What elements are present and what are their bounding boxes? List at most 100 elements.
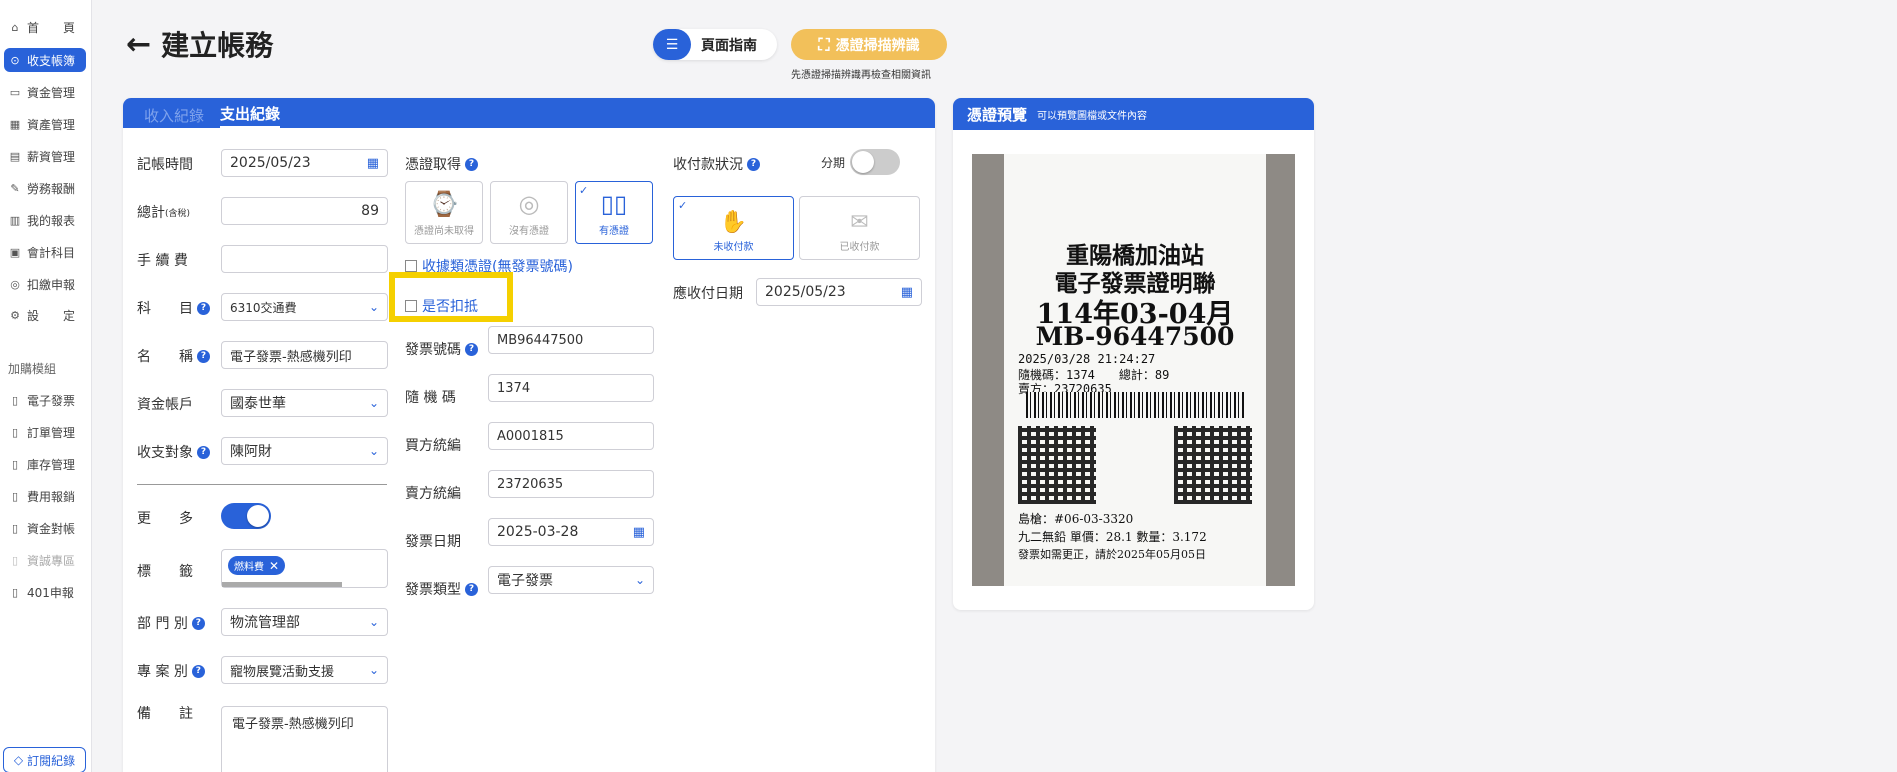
more-toggle[interactable] — [221, 503, 271, 529]
help-icon[interactable]: ? — [197, 349, 210, 363]
help-icon[interactable]: ? — [197, 445, 210, 459]
receipt-datetime: 2025/03/28 21:24:27 — [1018, 352, 1156, 366]
help-icon[interactable]: ? — [747, 157, 760, 171]
chevron-down-icon: ⌄ — [368, 396, 379, 410]
sidebar-item-assets[interactable]: ▦ 資產管理 — [4, 112, 86, 136]
tag-scrollbar[interactable] — [222, 582, 342, 587]
dept-select[interactable]: 物流管理部 ⌄ — [221, 608, 388, 636]
due-date-field[interactable]: 2025/05/23 ▦ — [756, 278, 922, 306]
target-select[interactable]: 陳阿財 ⌄ — [221, 437, 388, 465]
no-voucher-stamp-icon: ◎ — [518, 190, 540, 218]
calendar-icon[interactable]: ▦ — [367, 156, 379, 171]
invoice-no-field[interactable]: MB96447500 — [488, 326, 654, 354]
project-select[interactable]: 寵物展覽活動支援 ⌄ — [221, 656, 388, 684]
sidebar-item-401[interactable]: ▯ 401申報 — [4, 580, 86, 604]
chevron-down-icon: ⌄ — [368, 300, 379, 314]
scan-icon: ⛶ — [818, 34, 830, 54]
buyer-id-field[interactable]: A0001815 — [488, 422, 654, 450]
payment-option-unpaid[interactable]: ✓ ✋ 未收付款 — [673, 196, 794, 260]
scan-recognition-button[interactable]: ⛶ 憑證掃描辨識 — [791, 29, 947, 60]
seller-id-label: 賣方統編 — [405, 486, 461, 502]
sidebar-item-withholding[interactable]: ◎ 扣繳申報 — [4, 272, 86, 296]
labor-icon: ✎ — [10, 181, 20, 195]
help-icon[interactable]: ? — [197, 301, 210, 315]
subject-select[interactable]: 6310交通費 ⌄ — [221, 293, 388, 321]
help-icon[interactable]: ? — [465, 342, 478, 356]
sidebar-item-inventory[interactable]: ▯ 庫存管理 — [4, 452, 86, 476]
sidebar-item-ledger[interactable]: ⊙ 收支帳簿 — [4, 48, 86, 72]
installment-label: 分期 — [821, 156, 846, 170]
voucher-option-none[interactable]: ◎ 沒有憑證 — [490, 181, 568, 244]
receipt-pump: 島槍：#06-03-3320 — [1018, 512, 1134, 526]
dept-label: 部 門 別? — [137, 613, 205, 633]
sidebar-item-salary[interactable]: ▤ 薪資管理 — [4, 144, 86, 168]
sidebar-item-settings[interactable]: ⚙ 設 定 — [4, 303, 86, 327]
help-icon[interactable]: ? — [465, 157, 478, 171]
account-select[interactable]: 國泰世華 ⌄ — [221, 389, 388, 417]
sidebar-item-accounts[interactable]: ▣ 會計科目 — [4, 240, 86, 264]
random-code-label: 隨 機 碼 — [405, 390, 456, 406]
sidebar-item-reconcile[interactable]: ▯ 資金對帳 — [4, 516, 86, 540]
invoice-type-select[interactable]: 電子發票 ⌄ — [488, 566, 654, 594]
name-field[interactable]: 電子發票-熱感機列印 — [221, 341, 388, 369]
calendar-icon[interactable]: ▦ — [633, 525, 645, 540]
invoice-type-label: 發票類型? — [405, 579, 478, 599]
tab-income[interactable]: 收入紀錄 — [144, 105, 204, 128]
sidebar-item-orders[interactable]: ▯ 訂單管理 — [4, 420, 86, 444]
wallet-icon: ▭ — [9, 85, 21, 99]
close-icon[interactable]: ✕ — [269, 559, 279, 573]
installment-toggle[interactable] — [850, 149, 900, 175]
sidebar-item-pwc[interactable]: ▯ 資誠專區 — [4, 548, 86, 572]
total-field[interactable]: 89 — [221, 197, 388, 225]
page-guide-button[interactable]: ☰ 頁面指南 — [653, 29, 777, 60]
invoice-no-label: 發票號碼? — [405, 339, 478, 359]
home-icon: ⌂ — [11, 20, 19, 34]
chevron-down-icon: ⌄ — [368, 663, 379, 677]
preview-subtitle: 可以預覽圖檔或文件內容 — [1037, 110, 1148, 122]
calendar-icon[interactable]: ▦ — [901, 285, 913, 300]
sidebar-item-labor[interactable]: ✎ 勞務報酬 — [4, 176, 86, 200]
accounts-icon: ▣ — [9, 245, 21, 259]
project-label: 專 案 別? — [137, 661, 205, 681]
subscribe-record-button[interactable]: ◇ 訂閱紀錄 — [3, 747, 86, 772]
voucher-option-pending[interactable]: ⌚ 憑證尚未取得 — [405, 181, 483, 244]
buyer-id-label: 買方統編 — [405, 438, 461, 454]
form-divider — [137, 484, 387, 485]
scan-hint: 先憑證掃描辨識再檢查相關資訊 — [791, 70, 931, 81]
receipt-number: MB-96447500 — [1035, 322, 1235, 351]
seller-id-field[interactable]: 23720635 — [488, 470, 654, 498]
sidebar-item-funds[interactable]: ▭ 資金管理 — [4, 80, 86, 104]
chevron-down-icon: ⌄ — [368, 444, 379, 458]
sidebar-item-reports[interactable]: ▥ 我的報表 — [4, 208, 86, 232]
total-label: 總計 (含稅) — [137, 205, 191, 221]
chevron-down-icon: ⌄ — [634, 573, 645, 587]
cash-icon: ✉ — [850, 210, 869, 235]
tab-expense[interactable]: 支出紀錄 — [220, 103, 281, 128]
module-icon: ▯ — [11, 585, 19, 599]
diamond-icon: ◇ — [13, 753, 24, 767]
sidebar-item-expense[interactable]: ▯ 費用報銷 — [4, 484, 86, 508]
random-code-field[interactable]: 1374 — [488, 374, 654, 402]
ledger-icon: ⊙ — [10, 53, 20, 67]
record-tabs: 收入紀錄 支出紀錄 — [123, 98, 935, 128]
invoice-date-field[interactable]: 2025-03-28 ▦ — [488, 518, 654, 546]
help-icon[interactable]: ? — [191, 616, 205, 630]
sidebar-item-home[interactable]: ⌂ 首 頁 — [4, 15, 86, 39]
receipt-image: 重陽橋加油站 電子發票證明聯 114年03-04月 MB-96447500 20… — [972, 154, 1295, 586]
date-field[interactable]: 2025/05/23 ▦ — [221, 149, 388, 177]
help-icon[interactable]: ? — [191, 664, 205, 678]
chevron-down-icon: ⌄ — [368, 615, 379, 629]
payment-option-paid[interactable]: ✉ 已收付款 — [799, 196, 920, 260]
fee-field[interactable] — [221, 245, 388, 273]
note-textarea[interactable]: 電子發票-熱感機列印 — [221, 706, 388, 772]
asset-icon: ▦ — [9, 117, 21, 131]
back-arrow-icon[interactable]: ← — [126, 27, 151, 62]
page-header: ← 建立帳務 — [126, 24, 273, 64]
note-label: 備 註 — [137, 706, 193, 722]
tag-label: 標 籤 — [137, 564, 193, 580]
sidebar-item-einvoice[interactable]: ▯ 電子發票 — [4, 388, 86, 412]
checkbox-box — [405, 260, 417, 272]
help-icon[interactable]: ? — [465, 582, 478, 596]
voucher-option-has[interactable]: ✓ ▯▯ 有憑證 — [575, 181, 653, 244]
tag-input[interactable]: 燃料費 ✕ — [221, 549, 388, 588]
